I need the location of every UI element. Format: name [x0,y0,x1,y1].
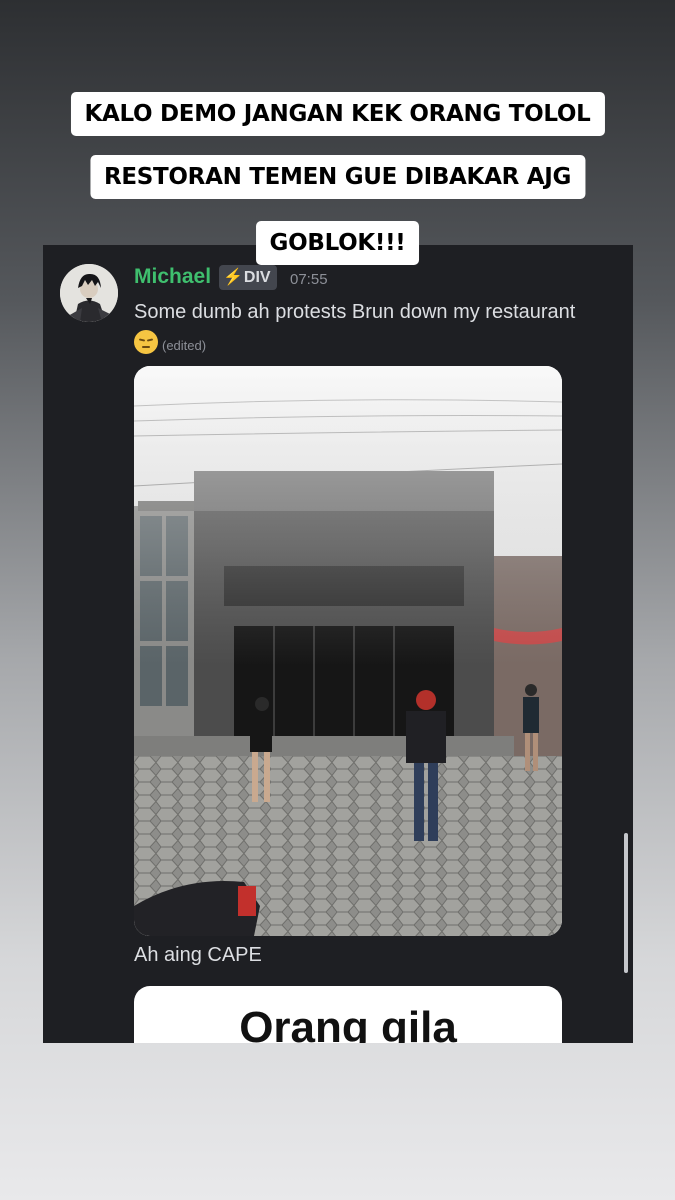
story-caption-line-3: GOBLOK!!! [255,221,420,265]
username[interactable]: Michael [134,265,211,289]
edited-label: (edited) [162,338,207,353]
pensive-face-emoji-icon [134,330,158,354]
message-text: Some dumb ah protests Brun down my resta… [134,301,576,323]
story-caption-line-2: RESTORAN TEMEN GUE DIBAKAR AJG [89,155,586,199]
scrollbar[interactable] [624,833,628,973]
image-attachment[interactable] [134,366,562,936]
chat-screenshot-panel: Michael ⚡DIV 07:55 Some dumb ah protests… [43,245,633,1043]
attachment-caption: Ah aing CAPE [134,944,262,966]
role-badge[interactable]: ⚡DIV [219,265,277,290]
avatar[interactable] [60,264,118,322]
second-image-attachment[interactable]: Orang gila [134,986,562,1043]
story-caption-line-1: KALO DEMO JANGAN KEK ORANG TOLOL [70,92,605,136]
avatar-anime-figure-image [60,264,118,322]
lightning-bolt-icon: ⚡ [223,269,243,286]
second-attachment-text: Orang gila [239,1003,457,1043]
message-timestamp: 07:55 [290,271,328,288]
message-body: Some dumb ah protests Brun down my resta… [134,296,624,362]
role-badge-label: DIV [243,269,271,286]
burned-building-photo [134,366,562,936]
